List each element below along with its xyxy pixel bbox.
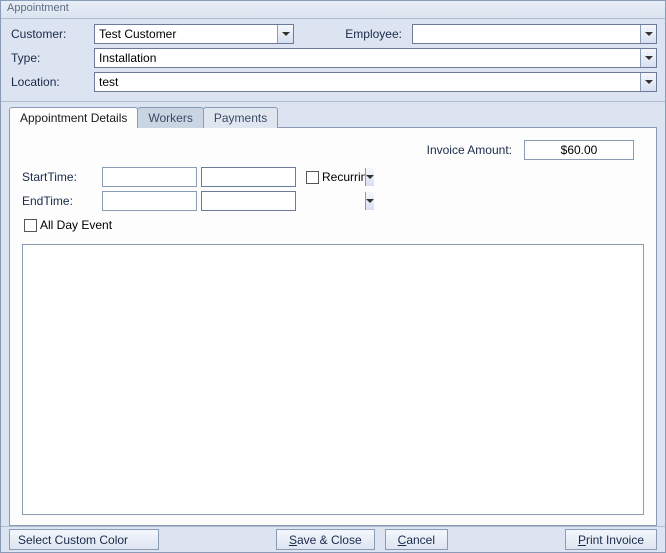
tab-workers[interactable]: Workers: [137, 107, 203, 128]
chevron-down-icon[interactable]: [277, 25, 293, 43]
appointment-window: Appointment Customer: Employee: Type: Lo…: [0, 0, 666, 553]
window-title: Appointment: [1, 1, 665, 19]
location-combo[interactable]: [94, 72, 657, 92]
tab-appointment-details[interactable]: Appointment Details: [9, 107, 138, 128]
tabs-area: Appointment Details Workers Payments Inv…: [1, 102, 665, 526]
type-input[interactable]: [95, 49, 640, 67]
chevron-down-icon[interactable]: [365, 192, 374, 210]
type-label: Type:: [9, 51, 94, 65]
save-and-close-button[interactable]: Save & Close: [276, 529, 375, 550]
starttime-date-input[interactable]: [102, 167, 197, 187]
cancel-button[interactable]: Cancel: [385, 529, 448, 550]
appointment-details-panel: Invoice Amount: $60.00 StartTime: Recurr…: [9, 127, 657, 526]
starttime-time-input[interactable]: [202, 168, 365, 186]
print-invoice-button[interactable]: Print Invoice: [565, 529, 657, 550]
endtime-time-combo[interactable]: [201, 191, 296, 211]
chevron-down-icon[interactable]: [640, 73, 656, 91]
endtime-label: EndTime:: [22, 194, 102, 208]
invoice-amount-value: $60.00: [524, 140, 634, 160]
starttime-label: StartTime:: [22, 170, 102, 184]
notes-textarea[interactable]: [22, 244, 644, 515]
endtime-time-input[interactable]: [202, 192, 365, 210]
customer-input[interactable]: [95, 25, 277, 43]
button-bar: Select Custom Color Save & Close Cancel …: [1, 526, 665, 552]
location-input[interactable]: [95, 73, 640, 91]
type-combo[interactable]: [94, 48, 657, 68]
all-day-checkbox[interactable]: [24, 219, 37, 232]
tabstrip: Appointment Details Workers Payments: [9, 106, 657, 128]
invoice-amount-label: Invoice Amount:: [427, 143, 512, 157]
select-custom-color-button[interactable]: Select Custom Color: [9, 529, 159, 550]
endtime-date-input[interactable]: [102, 191, 197, 211]
customer-label: Customer:: [9, 27, 94, 41]
chevron-down-icon[interactable]: [640, 49, 656, 67]
employee-label: Employee:: [322, 27, 412, 41]
starttime-time-combo[interactable]: [201, 167, 296, 187]
header-form: Customer: Employee: Type: Location:: [1, 19, 665, 102]
customer-combo[interactable]: [94, 24, 294, 44]
chevron-down-icon[interactable]: [365, 168, 374, 186]
employee-combo[interactable]: [412, 24, 657, 44]
chevron-down-icon[interactable]: [640, 25, 656, 43]
tab-payments[interactable]: Payments: [203, 107, 278, 128]
all-day-label: All Day Event: [40, 218, 112, 232]
location-label: Location:: [9, 75, 94, 89]
employee-input[interactable]: [413, 25, 640, 43]
